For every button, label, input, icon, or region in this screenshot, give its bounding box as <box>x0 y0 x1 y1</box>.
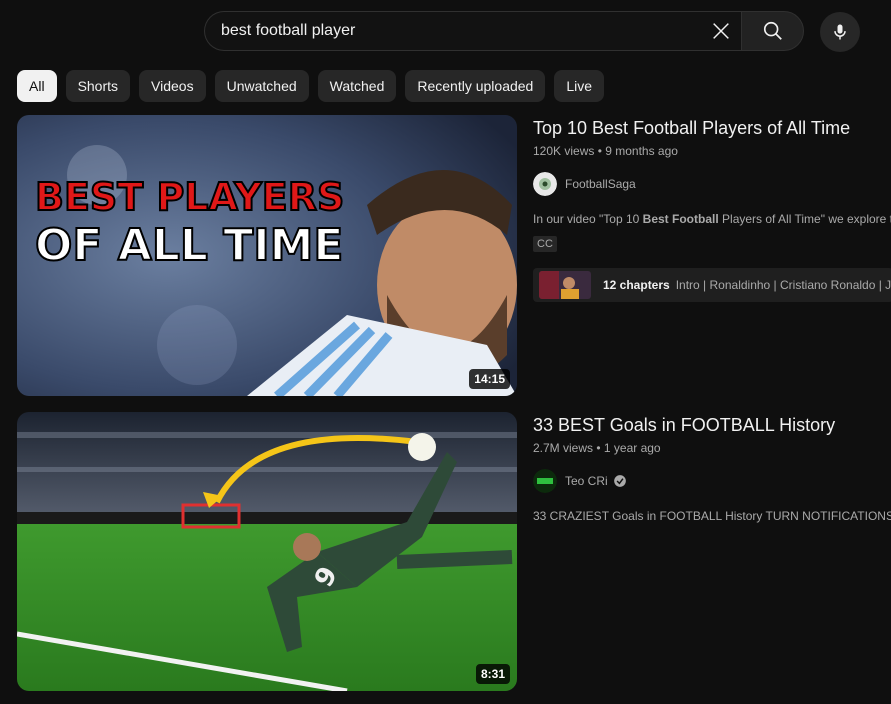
channel-avatar <box>533 172 557 196</box>
mic-icon <box>834 24 846 40</box>
chapters-count: 12 chapters <box>603 278 670 292</box>
channel-name: Teo CRi <box>565 474 608 488</box>
chip-watched[interactable]: Watched <box>317 70 397 102</box>
search-bar <box>204 11 804 51</box>
clear-search-button[interactable] <box>701 12 741 50</box>
chip-all[interactable]: All <box>17 70 57 102</box>
video-stats: 120K views • 9 months ago <box>533 144 678 158</box>
video-result: BEST PLAYERS OF ALL TIME 14:15 Top 10 Be… <box>17 115 891 396</box>
chip-unwatched[interactable]: Unwatched <box>214 70 309 102</box>
chapters-preview[interactable]: 12 chapters Intro | Ronaldinho | Cristia… <box>533 268 891 302</box>
filter-chips: All Shorts Videos Unwatched Watched Rece… <box>17 70 605 102</box>
search-button[interactable] <box>741 11 804 51</box>
video-description: In our video "Top 10 Best Football Playe… <box>533 212 891 226</box>
chip-live[interactable]: Live <box>554 70 605 102</box>
search-box[interactable] <box>204 11 741 51</box>
search-icon <box>763 21 782 40</box>
channel-link[interactable]: FootballSaga <box>533 172 891 196</box>
video-title[interactable]: 33 BEST Goals in FOOTBALL History <box>533 412 891 438</box>
thumbnail-image: 9 <box>17 412 517 691</box>
thumbnail-image: BEST PLAYERS OF ALL TIME <box>17 115 517 396</box>
video-stats: 2.7M views • 1 year ago <box>533 441 661 455</box>
duration-badge: 8:31 <box>475 664 510 684</box>
desc-bold: Best Football <box>642 212 719 226</box>
desc-post: Players of All Time" we explore th <box>718 212 891 226</box>
video-title[interactable]: Top 10 Best Football Players of All Time <box>533 115 891 141</box>
chapter-thumbnail <box>539 271 591 299</box>
chip-videos[interactable]: Videos <box>139 70 206 102</box>
cc-badge: CC <box>533 236 557 252</box>
video-thumbnail[interactable]: BEST PLAYERS OF ALL TIME 14:15 <box>17 115 517 396</box>
video-description: 33 CRAZIEST Goals in FOOTBALL History TU… <box>533 509 891 523</box>
voice-search-button[interactable] <box>820 12 860 52</box>
video-meta: Top 10 Best Football Players of All Time… <box>533 115 891 396</box>
chapters-list: Intro | Ronaldinho | Cristiano Ronaldo |… <box>675 278 891 292</box>
search-input[interactable] <box>221 22 701 40</box>
video-result: 9 8:31 33 BEST Goals in FOOTBALL History… <box>17 412 891 691</box>
thumb-text-line1: BEST PLAYERS <box>35 175 344 219</box>
thumb-text-line2: OF ALL TIME <box>35 220 343 271</box>
desc-pre: In our video "Top 10 <box>533 212 643 226</box>
verified-icon <box>613 475 626 487</box>
channel-avatar <box>533 469 557 493</box>
channel-name: FootballSaga <box>565 177 636 191</box>
close-icon <box>713 23 729 39</box>
duration-badge: 14:15 <box>469 369 510 389</box>
channel-link[interactable]: Teo CRi <box>533 469 891 493</box>
video-meta: 33 BEST Goals in FOOTBALL History 2.7M v… <box>533 412 891 691</box>
chip-recently-uploaded[interactable]: Recently uploaded <box>405 70 546 102</box>
video-thumbnail[interactable]: 9 8:31 <box>17 412 517 691</box>
chip-shorts[interactable]: Shorts <box>65 70 131 102</box>
